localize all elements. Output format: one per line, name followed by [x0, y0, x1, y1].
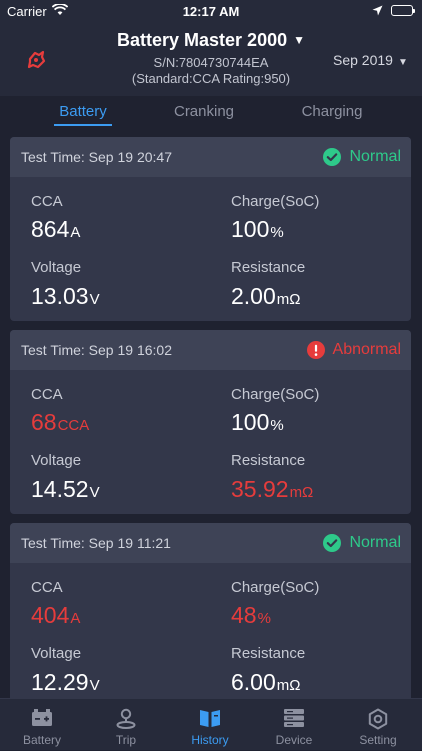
device-name: Battery Master 2000 [117, 30, 288, 50]
test-time: Test Time: Sep 19 20:47 [21, 149, 172, 165]
clock: 12:17 AM [182, 4, 240, 19]
month-selector[interactable]: Sep 2019 ▼ [333, 52, 408, 68]
location-arrow-icon [372, 4, 383, 19]
card-header: Test Time: Sep 19 16:02 Abnormal [10, 330, 411, 370]
battery-status-icon [391, 5, 415, 16]
record-list[interactable]: Test Time: Sep 19 20:47 Normal CCA 864A … [0, 130, 422, 698]
tabbar-label: History [191, 733, 229, 747]
voltage-value: 13.03V [31, 283, 100, 309]
charge-label: Charge(SoC) [231, 386, 320, 403]
test-time: Test Time: Sep 19 11:21 [21, 535, 171, 551]
test-record-card[interactable]: Test Time: Sep 19 11:21 Normal CCA 404A … [10, 523, 411, 698]
charge-value: 100% [231, 409, 284, 435]
resistance-value: 2.00mΩ [231, 283, 301, 309]
resistance-label: Resistance [231, 259, 306, 276]
charge-value: 48% [231, 602, 271, 628]
tabbar-label: Battery [22, 733, 61, 747]
cca-value: 68CCA [31, 409, 90, 435]
charge-value: 100% [231, 216, 284, 242]
voltage-label: Voltage [31, 645, 82, 662]
tab-battery[interactable]: Battery [54, 103, 112, 120]
cca-value: 404A [31, 602, 81, 628]
resistance-label: Resistance [231, 452, 306, 469]
test-time: Test Time: Sep 19 16:02 [21, 342, 172, 358]
status-bar: Carrier 12:17 AM [0, 0, 422, 22]
cca-label: CCA [31, 193, 63, 210]
tabbar-label: Setting [359, 733, 397, 747]
caret-down-icon: ▼ [293, 33, 305, 47]
tabbar-label: Device [275, 733, 313, 747]
card-header: Test Time: Sep 19 11:21 Normal [10, 523, 411, 563]
voltage-value: 14.52V [31, 476, 100, 502]
voltage-value: 12.29V [31, 669, 100, 695]
cca-label: CCA [31, 579, 63, 596]
device-selector[interactable]: Battery Master 2000 ▼ [0, 30, 422, 51]
status-badge: Normal [323, 532, 401, 554]
tabbar-item-device[interactable]: Device [252, 699, 336, 751]
charge-label: Charge(SoC) [231, 579, 320, 596]
status-text: Normal [349, 534, 401, 551]
tabbar-item-setting[interactable]: Setting [336, 699, 420, 751]
cca-label: CCA [31, 386, 63, 403]
check-circle-icon [323, 534, 342, 552]
voltage-label: Voltage [31, 259, 82, 276]
test-record-card[interactable]: Test Time: Sep 19 16:02 Abnormal CCA 68C… [10, 330, 411, 514]
cca-value: 864A [31, 216, 81, 242]
tab-charging[interactable]: Charging [296, 103, 368, 120]
tabbar-item-battery[interactable]: Battery [0, 699, 84, 751]
device-header: Battery Master 2000 ▼ S/N:7804730744EA (S… [0, 22, 422, 96]
card-header: Test Time: Sep 19 20:47 Normal [10, 137, 411, 177]
resistance-value: 6.00mΩ [231, 669, 301, 695]
tabbar-label: Trip [115, 733, 137, 747]
tab-active-indicator [54, 124, 112, 126]
status-text: Abnormal [332, 341, 401, 358]
caret-down-icon: ▼ [397, 57, 408, 68]
bottom-tab-bar: Battery Trip History Device Setting [0, 698, 422, 750]
resistance-label: Resistance [231, 645, 306, 662]
exclamation-circle-icon [306, 341, 325, 359]
charge-label: Charge(SoC) [231, 193, 320, 210]
resistance-value: 35.92mΩ [231, 476, 314, 502]
device-spec: (Standard:CCA Rating:950) [131, 71, 291, 86]
tab-cranking[interactable]: Cranking [168, 103, 240, 120]
status-badge: Normal [323, 146, 401, 168]
status-badge: Abnormal [306, 339, 401, 361]
check-circle-icon [323, 148, 342, 166]
tabbar-item-trip[interactable]: Trip [84, 699, 168, 751]
status-text: Normal [349, 148, 401, 165]
voltage-label: Voltage [31, 452, 82, 469]
tabbar-item-history[interactable]: History [168, 699, 252, 751]
test-record-card[interactable]: Test Time: Sep 19 20:47 Normal CCA 864A … [10, 137, 411, 321]
month-label: Sep 2019 [333, 52, 393, 68]
